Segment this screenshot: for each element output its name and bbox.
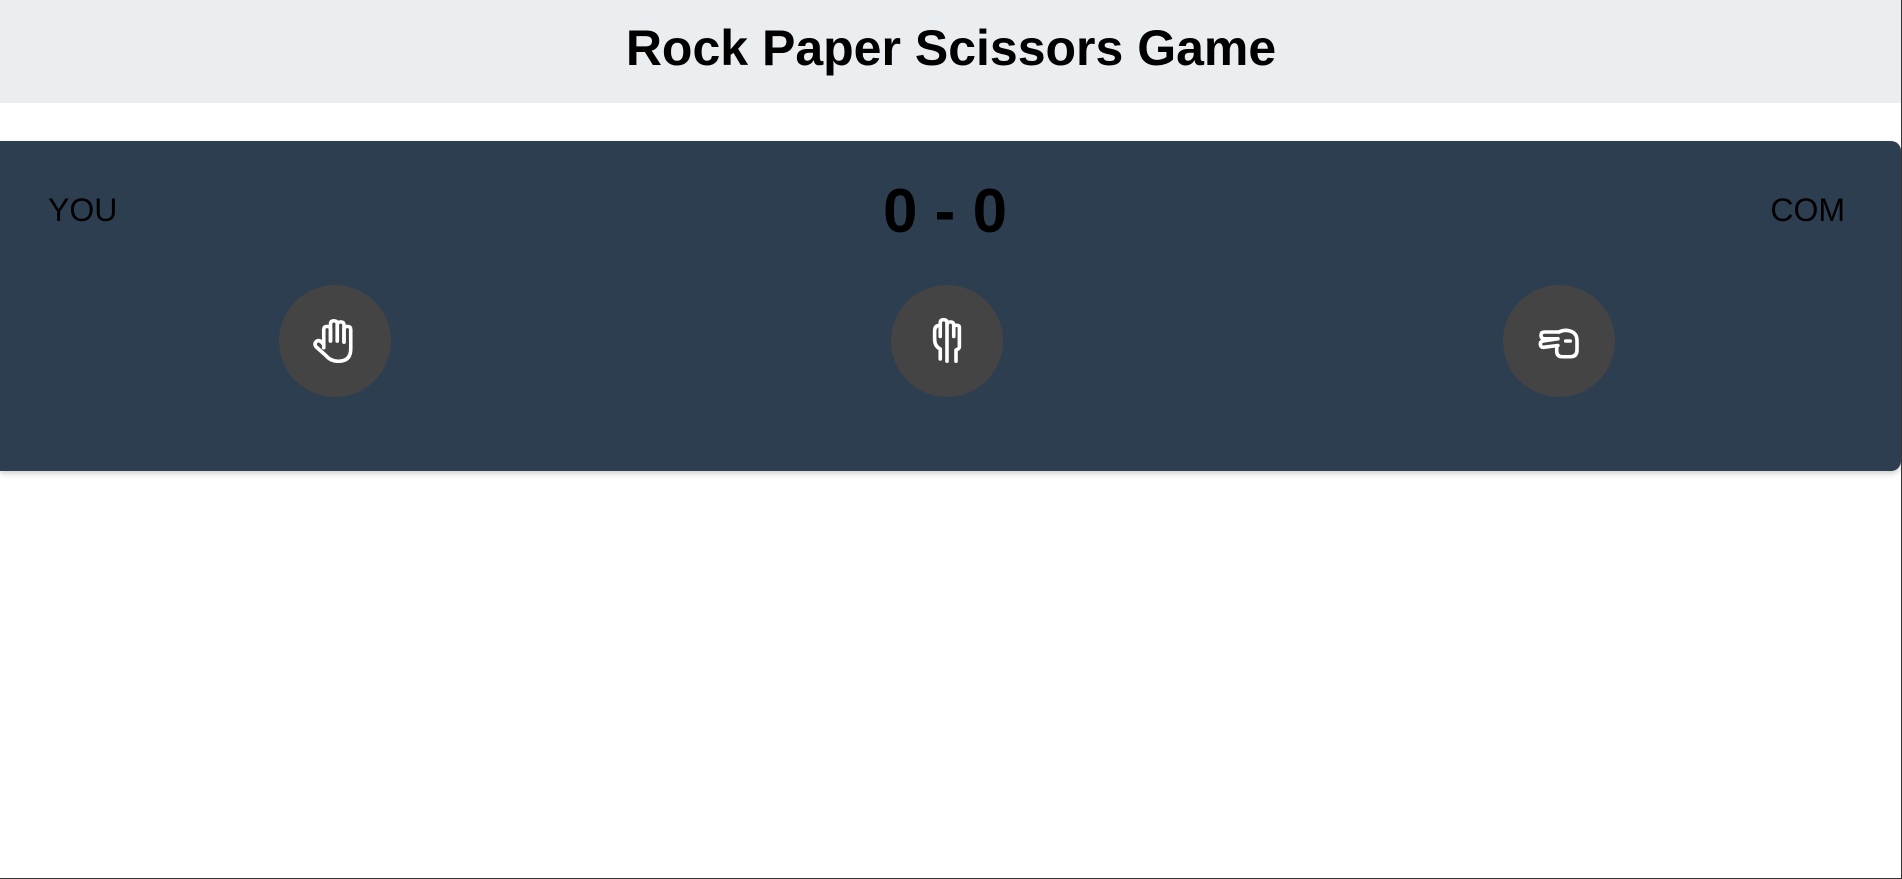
computer-label: COM xyxy=(1770,192,1845,228)
hand-rock-icon xyxy=(932,317,962,364)
page-title: Rock Paper Scissors Game xyxy=(625,19,1277,76)
scissors-button[interactable] xyxy=(1503,285,1615,397)
player-score: 0 xyxy=(882,177,918,246)
game-page: Rock Paper Scissors Game YOU 0 - 0 COM xyxy=(0,0,1902,879)
header-bar: Rock Paper Scissors Game xyxy=(0,0,1901,103)
hand-scissors-icon xyxy=(1538,328,1579,359)
scoreboard: 0 - 0 xyxy=(0,181,1890,243)
paper-button[interactable] xyxy=(279,285,391,397)
game-board: YOU 0 - 0 COM xyxy=(0,141,1901,471)
rock-button[interactable] xyxy=(891,285,1003,397)
hand-paper-icon xyxy=(313,318,353,364)
score-separator: - xyxy=(934,177,956,246)
computer-score: 0 xyxy=(972,177,1008,246)
